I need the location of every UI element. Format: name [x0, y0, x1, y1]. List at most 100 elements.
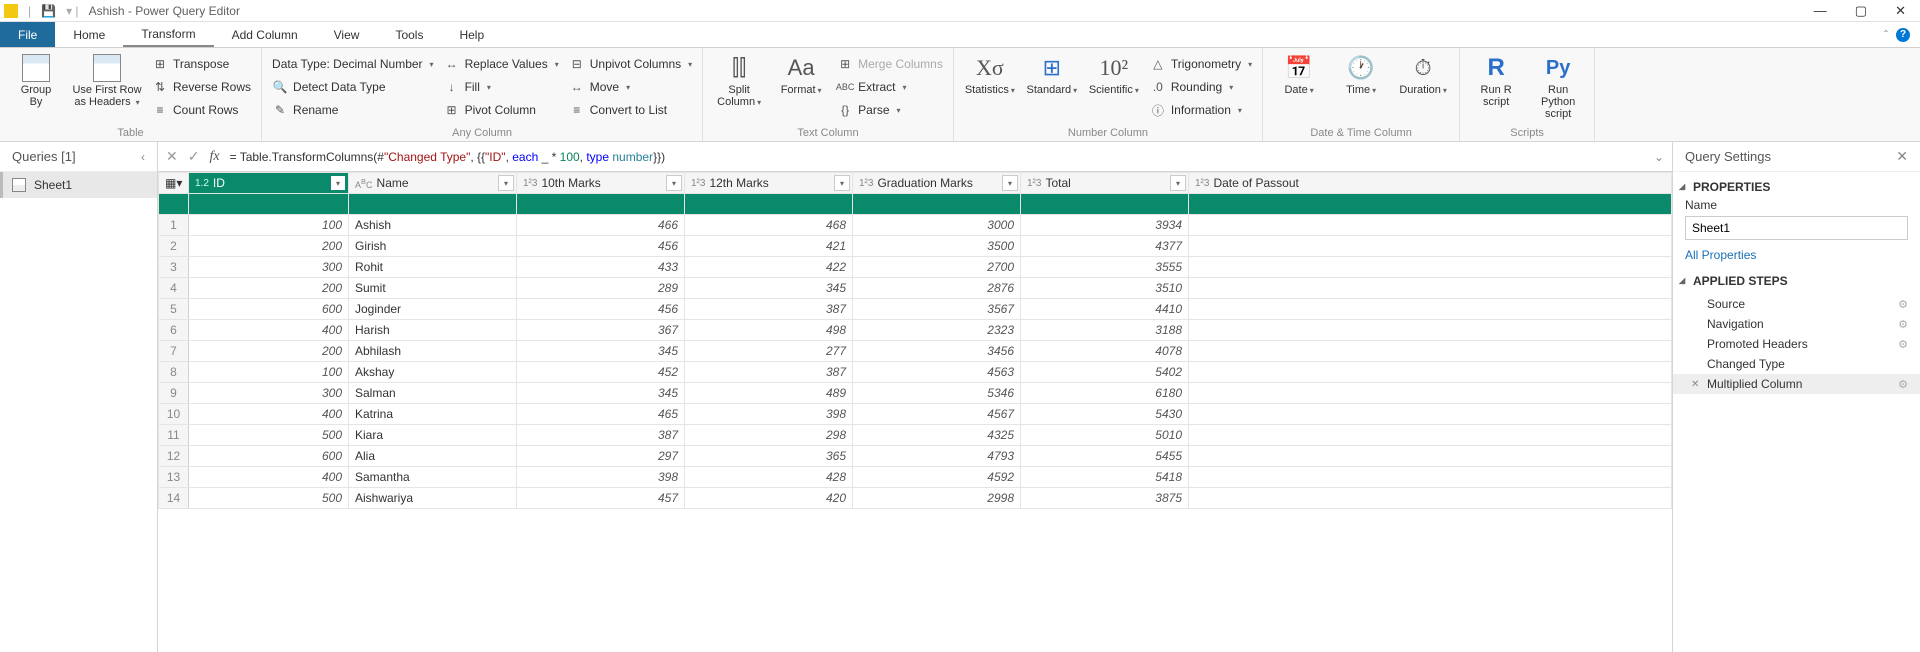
trigonometry-button[interactable]: △Trigonometry▾: [1150, 54, 1252, 74]
add-column-tab[interactable]: Add Column: [214, 22, 316, 47]
cell-12th[interactable]: 387: [685, 299, 853, 320]
cell-grad[interactable]: 4567: [853, 404, 1021, 425]
cell-total[interactable]: 5418: [1021, 467, 1189, 488]
formula-input[interactable]: = Table.TransformColumns(#"Changed Type"…: [230, 150, 1644, 164]
cell-name[interactable]: Sumit: [349, 278, 517, 299]
cell-passout[interactable]: [1189, 425, 1672, 446]
filter-icon[interactable]: ▾: [1002, 175, 1018, 191]
row-number[interactable]: 1: [159, 215, 189, 236]
cell-12th[interactable]: 365: [685, 446, 853, 467]
filter-icon[interactable]: ▾: [498, 175, 514, 191]
format-button[interactable]: Aa Format▾: [775, 52, 827, 125]
cell-id[interactable]: 200: [189, 236, 349, 257]
row-number[interactable]: 8: [159, 362, 189, 383]
cell-grad[interactable]: 3500: [853, 236, 1021, 257]
table-row[interactable]: 2200Girish45642135004377: [159, 236, 1672, 257]
cell-12th[interactable]: 277: [685, 341, 853, 362]
transpose-button[interactable]: ⊞Transpose: [152, 54, 251, 74]
cell-12th[interactable]: 421: [685, 236, 853, 257]
cell-grad[interactable]: 2323: [853, 320, 1021, 341]
cell-name[interactable]: Aishwariya: [349, 488, 517, 509]
statistics-button[interactable]: Xσ Statistics▾: [964, 52, 1016, 125]
column-header-12th[interactable]: 1²312th Marks ▾: [685, 173, 853, 194]
cell-12th[interactable]: 387: [685, 362, 853, 383]
cell-10th[interactable]: 297: [517, 446, 685, 467]
maximize-button[interactable]: ▢: [1855, 3, 1867, 19]
data-type-button[interactable]: Data Type: Decimal Number▾: [272, 54, 434, 74]
cell-name[interactable]: Samantha: [349, 467, 517, 488]
column-header-name[interactable]: ABCName ▾: [349, 173, 517, 194]
time-button[interactable]: 🕐 Time▾: [1335, 52, 1387, 125]
cell-name[interactable]: Harish: [349, 320, 517, 341]
convert-list-button[interactable]: ≡Convert to List: [569, 100, 692, 120]
cell-10th[interactable]: 289: [517, 278, 685, 299]
cell-id[interactable]: 100: [189, 215, 349, 236]
table-row[interactable]: 8100Akshay45238745635402: [159, 362, 1672, 383]
rounding-button[interactable]: .0Rounding▾: [1150, 77, 1252, 97]
row-number[interactable]: 6: [159, 320, 189, 341]
table-row[interactable]: 12600Alia29736547935455: [159, 446, 1672, 467]
cell-grad[interactable]: 5346: [853, 383, 1021, 404]
queries-collapse-icon[interactable]: ‹: [141, 150, 145, 164]
row-number[interactable]: 9: [159, 383, 189, 404]
cell-10th[interactable]: 345: [517, 341, 685, 362]
count-rows-button[interactable]: ≡Count Rows: [152, 100, 251, 120]
cell-total[interactable]: 6180: [1021, 383, 1189, 404]
cell-id[interactable]: 500: [189, 425, 349, 446]
standard-button[interactable]: ⊞ Standard▾: [1026, 52, 1078, 125]
cell-name[interactable]: Kiara: [349, 425, 517, 446]
run-python-button[interactable]: Py Run Python script: [1532, 52, 1584, 125]
save-icon[interactable]: 💾: [41, 4, 56, 18]
cell-passout[interactable]: [1189, 362, 1672, 383]
cell-10th[interactable]: 367: [517, 320, 685, 341]
table-row[interactable]: 9300Salman34548953466180: [159, 383, 1672, 404]
cell-12th[interactable]: 345: [685, 278, 853, 299]
cell-10th[interactable]: 398: [517, 467, 685, 488]
cell-10th[interactable]: 452: [517, 362, 685, 383]
filter-icon[interactable]: ▾: [834, 175, 850, 191]
cell-10th[interactable]: 456: [517, 236, 685, 257]
filter-icon[interactable]: ▾: [330, 175, 346, 191]
cell-id[interactable]: 200: [189, 341, 349, 362]
cell-passout[interactable]: [1189, 404, 1672, 425]
commit-formula-icon[interactable]: ✓: [188, 148, 200, 165]
cell-12th[interactable]: 398: [685, 404, 853, 425]
cell-10th[interactable]: 345: [517, 383, 685, 404]
expand-formula-icon[interactable]: ⌄: [1654, 150, 1664, 164]
column-header-total[interactable]: 1²3Total ▾: [1021, 173, 1189, 194]
cell-12th[interactable]: 468: [685, 215, 853, 236]
table-row[interactable]: 1100Ashish46646830003934: [159, 215, 1672, 236]
step-multiplied-column[interactable]: Multiplied Column⚙: [1673, 374, 1920, 394]
cell-grad[interactable]: 2700: [853, 257, 1021, 278]
filter-icon[interactable]: ▾: [1170, 175, 1186, 191]
query-name-input[interactable]: [1685, 216, 1908, 240]
replace-values-button[interactable]: ↔Replace Values▾: [444, 54, 559, 74]
table-row[interactable]: 13400Samantha39842845925418: [159, 467, 1672, 488]
scientific-button[interactable]: 10² Scientific▾: [1088, 52, 1140, 125]
row-number[interactable]: 14: [159, 488, 189, 509]
cell-name[interactable]: Alia: [349, 446, 517, 467]
applied-steps-section[interactable]: APPLIED STEPS: [1673, 266, 1920, 292]
cell-id[interactable]: 300: [189, 257, 349, 278]
fill-button[interactable]: ↓Fill▾: [444, 77, 559, 97]
cell-grad[interactable]: 4325: [853, 425, 1021, 446]
select-all-corner[interactable]: ▦▾: [159, 173, 189, 194]
parse-button[interactable]: {}Parse▾: [837, 100, 943, 120]
cell-name[interactable]: Ashish: [349, 215, 517, 236]
cell-id[interactable]: 200: [189, 278, 349, 299]
rename-button[interactable]: ✎Rename: [272, 100, 434, 120]
column-header-id[interactable]: 1.2ID ▾: [189, 173, 349, 194]
cell-12th[interactable]: 428: [685, 467, 853, 488]
help-icon[interactable]: ?: [1896, 28, 1910, 42]
use-first-row-button[interactable]: Use First Row as Headers ▾: [72, 52, 142, 125]
table-row[interactable]: 14500Aishwariya45742029983875: [159, 488, 1672, 509]
row-number[interactable]: 7: [159, 341, 189, 362]
cell-10th[interactable]: 465: [517, 404, 685, 425]
row-number[interactable]: 2: [159, 236, 189, 257]
cell-id[interactable]: 400: [189, 404, 349, 425]
cell-grad[interactable]: 3456: [853, 341, 1021, 362]
cell-grad[interactable]: 4793: [853, 446, 1021, 467]
cell-name[interactable]: Katrina: [349, 404, 517, 425]
cell-passout[interactable]: [1189, 257, 1672, 278]
tools-tab[interactable]: Tools: [377, 22, 441, 47]
